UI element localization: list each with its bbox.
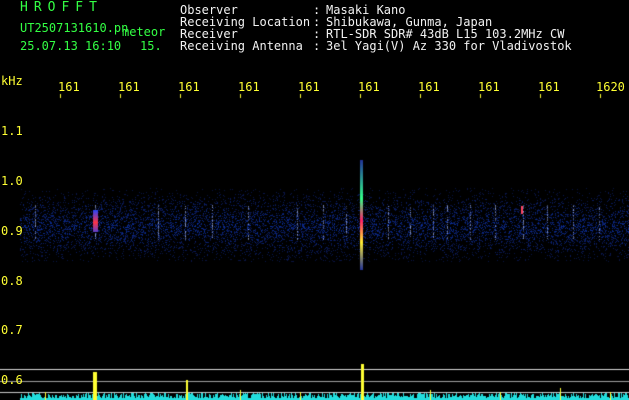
- axis-unit-label: kHz: [1, 74, 23, 88]
- time-tick: 161: [238, 80, 260, 94]
- freq-tick: 0.6: [1, 373, 23, 387]
- antenna-sep: :: [313, 39, 321, 53]
- scroll-count: 15.: [140, 39, 162, 53]
- time-tick: 161: [478, 80, 500, 94]
- time-tick: 161: [298, 80, 320, 94]
- freq-tick: 1.0: [1, 174, 23, 188]
- freq-tick: 0.8: [1, 274, 23, 288]
- time-tick: 161: [178, 80, 200, 94]
- time-tick: 161: [58, 80, 80, 94]
- time-tick: 161: [358, 80, 380, 94]
- freq-tick: 0.9: [1, 224, 23, 238]
- hrofft-window: HROFFT UT2507131610.pn meteor 25.07.13 1…: [0, 0, 629, 400]
- time-tick: 1620: [596, 80, 625, 94]
- freq-tick: 0.7: [1, 323, 23, 337]
- spectrogram-canvas: [0, 0, 629, 400]
- meteor-label: meteor: [122, 25, 166, 39]
- antenna-label: Receiving Antenna: [180, 39, 303, 53]
- time-tick: 161: [418, 80, 440, 94]
- antenna-value: 3el Yagi(V) Az 330 for Vladivostok: [326, 39, 572, 53]
- time-tick: 161: [118, 80, 140, 94]
- time-tick: 161: [538, 80, 560, 94]
- app-title: HROFFT: [20, 0, 103, 15]
- freq-tick: 1.1: [1, 124, 23, 138]
- date-time: 25.07.13 16:10: [20, 39, 122, 53]
- file-name: UT2507131610.pn: [20, 21, 129, 35]
